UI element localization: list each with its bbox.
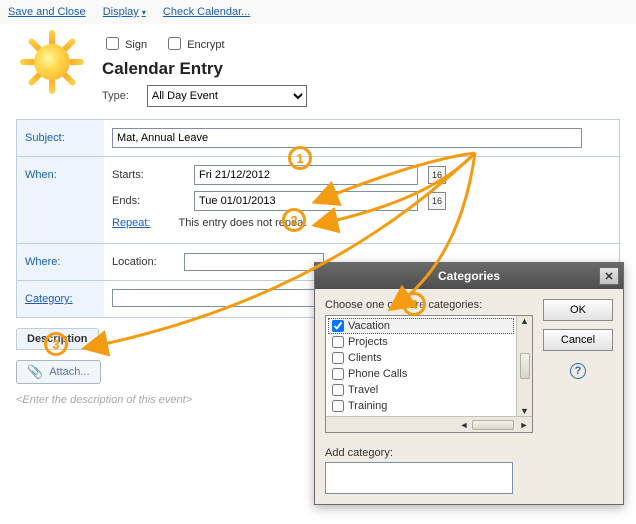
- help-icon[interactable]: ?: [570, 363, 586, 379]
- save-and-close-link[interactable]: Save and Close: [8, 6, 86, 18]
- dialog-prompt: Choose one or more categories:: [325, 299, 533, 311]
- repeat-text: This entry does not repeat: [179, 217, 307, 229]
- category-checkbox[interactable]: [332, 352, 344, 364]
- repeat-link[interactable]: Repeat:: [112, 217, 151, 229]
- cancel-button[interactable]: Cancel: [543, 329, 613, 351]
- paperclip-icon: 📎: [27, 364, 43, 380]
- chevron-up-icon[interactable]: ▲: [520, 316, 529, 326]
- category-label: Phone Calls: [348, 368, 407, 380]
- where-label: Where:: [16, 244, 104, 280]
- list-item[interactable]: Projects: [328, 334, 514, 350]
- display-menu[interactable]: Display: [103, 6, 146, 18]
- category-label: Training: [348, 400, 387, 412]
- ok-button[interactable]: OK: [543, 299, 613, 321]
- scroll-thumb[interactable]: [472, 420, 514, 430]
- add-category-label: Add category:: [325, 447, 533, 459]
- category-checkbox[interactable]: [332, 384, 344, 396]
- list-item[interactable]: Travel: [328, 382, 514, 398]
- chevron-down-icon[interactable]: ▼: [520, 406, 529, 416]
- category-checkbox[interactable]: [332, 368, 344, 380]
- encrypt-checkbox[interactable]: [168, 37, 181, 50]
- type-select[interactable]: All Day Event: [147, 85, 307, 107]
- scrollbar-vertical[interactable]: ▲ ▼: [516, 316, 532, 416]
- list-item[interactable]: Vacation: [328, 318, 514, 334]
- categories-listbox[interactable]: Vacation Projects Clients Phone Calls Travel…: [325, 315, 533, 433]
- category-input[interactable]: [112, 289, 322, 307]
- category-label: Travel: [348, 384, 378, 396]
- dialog-titlebar: Categories ✕: [315, 263, 623, 289]
- category-label: Projects: [348, 336, 388, 348]
- calendar-icon[interactable]: 16: [428, 192, 446, 210]
- location-input[interactable]: [184, 253, 324, 271]
- category-checkbox[interactable]: [332, 320, 344, 332]
- when-label: When:: [16, 157, 104, 243]
- subject-input[interactable]: [112, 128, 582, 148]
- sign-checkbox[interactable]: [106, 37, 119, 50]
- categories-dialog: Categories ✕ Choose one or more categori…: [314, 262, 624, 505]
- encrypt-text: Encrypt: [187, 39, 224, 51]
- calendar-icon[interactable]: 16: [428, 166, 446, 184]
- toolbar: Save and Close Display Check Calendar...: [0, 0, 636, 24]
- list-item[interactable]: Phone Calls: [328, 366, 514, 382]
- location-label: Location:: [112, 256, 184, 268]
- category-link[interactable]: Category:: [25, 293, 73, 305]
- chevron-left-icon[interactable]: ◄: [456, 420, 472, 430]
- scrollbar-horizontal[interactable]: ◄ ►: [326, 416, 532, 432]
- attach-button[interactable]: 📎 Attach...: [16, 360, 101, 384]
- page-title: Calendar Entry: [102, 59, 624, 79]
- attach-label: Attach...: [49, 366, 89, 378]
- category-checkbox[interactable]: [332, 400, 344, 412]
- tab-description[interactable]: Description: [16, 328, 99, 350]
- header: Sign Encrypt Calendar Entry Type: All Da…: [0, 24, 636, 107]
- scroll-thumb[interactable]: [520, 353, 530, 379]
- subject-label: Subject:: [16, 120, 104, 156]
- category-label: Clients: [348, 352, 382, 364]
- check-calendar-link[interactable]: Check Calendar...: [163, 6, 250, 18]
- sun-icon: [20, 30, 84, 94]
- category-checkbox[interactable]: [332, 336, 344, 348]
- type-label: Type:: [102, 90, 129, 102]
- category-label: Vacation: [348, 320, 390, 332]
- chevron-right-icon[interactable]: ►: [516, 420, 532, 430]
- starts-input[interactable]: [194, 165, 418, 185]
- list-item[interactable]: Clients: [328, 350, 514, 366]
- ends-label: Ends:: [112, 195, 184, 207]
- starts-label: Starts:: [112, 169, 184, 181]
- sign-checkbox-label[interactable]: Sign: [102, 39, 150, 51]
- list-item[interactable]: Training: [328, 398, 514, 414]
- dialog-title: Categories: [438, 269, 500, 283]
- ends-input[interactable]: [194, 191, 418, 211]
- add-category-input[interactable]: [325, 462, 513, 494]
- close-icon[interactable]: ✕: [599, 267, 619, 285]
- sign-text: Sign: [125, 39, 147, 51]
- encrypt-checkbox-label[interactable]: Encrypt: [164, 39, 224, 51]
